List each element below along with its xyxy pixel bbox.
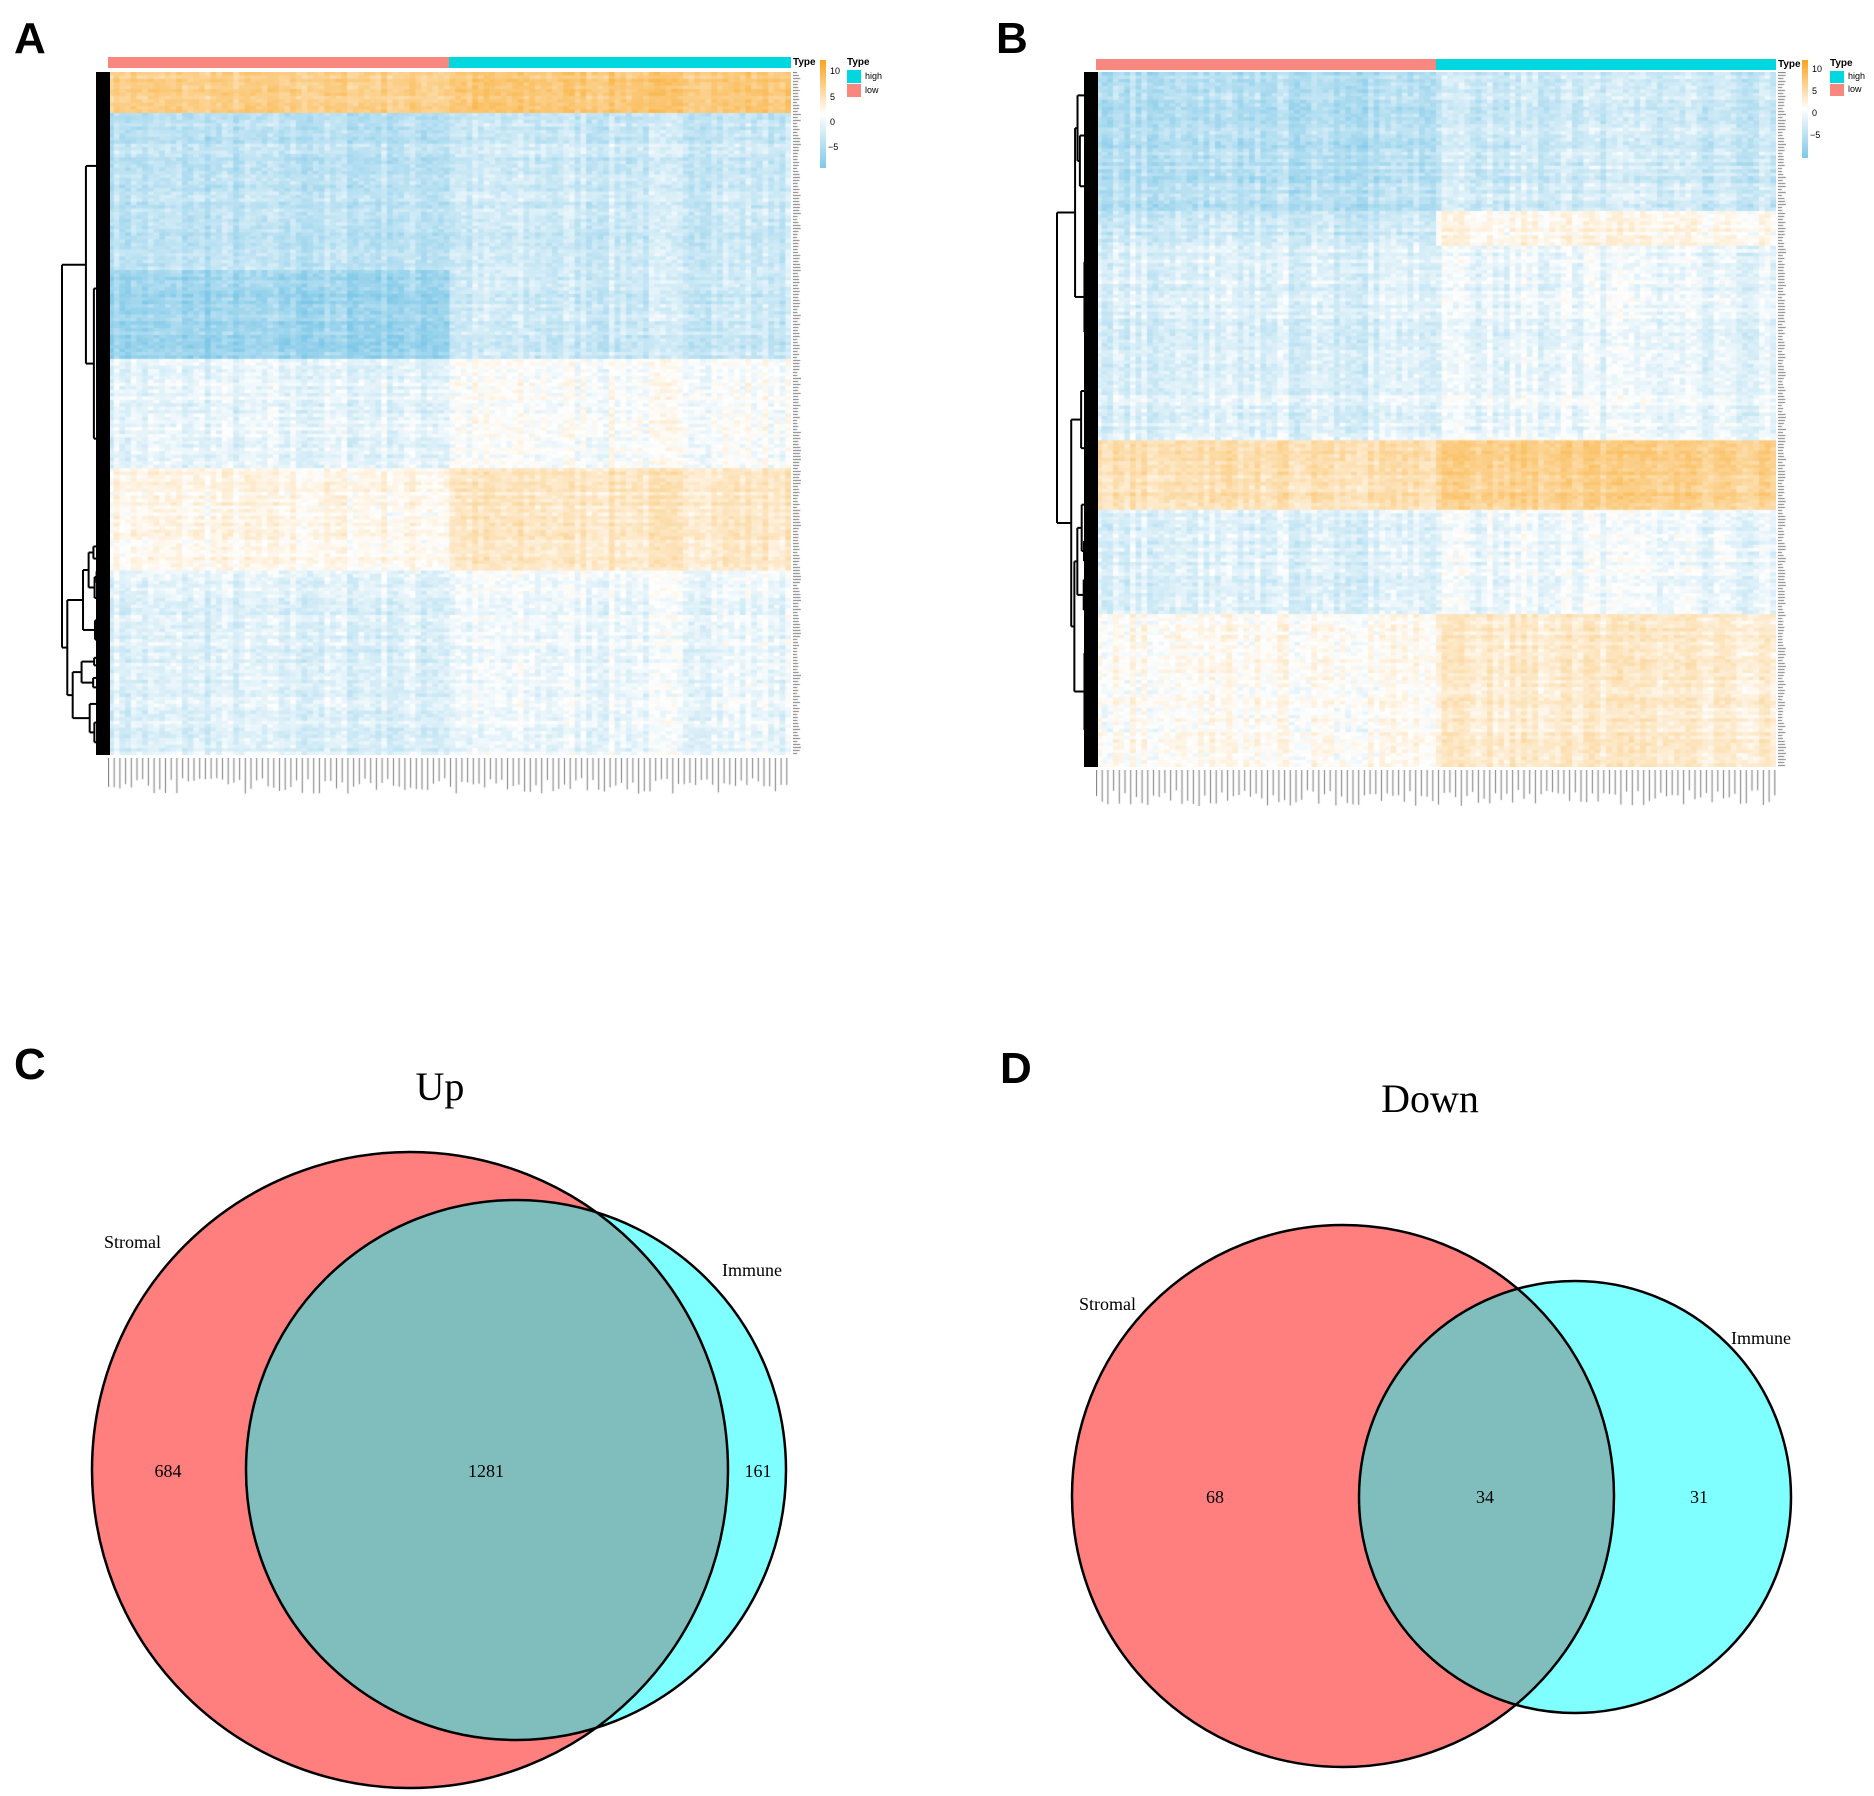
venn-title-down: Down (1381, 1076, 1479, 1121)
colorbar-tick: 10 (1812, 64, 1823, 74)
dendrogram-leaves (1084, 72, 1098, 767)
venn-count: 31 (1690, 1487, 1708, 1507)
venn-count: 68 (1206, 1487, 1224, 1507)
legend-swatch-high (1830, 71, 1844, 83)
colorbar-tick: −5 (828, 142, 839, 152)
heatmap-cells-b (1096, 72, 1776, 767)
legend-label-low: low (865, 85, 879, 95)
annotation-low-b (1096, 59, 1436, 70)
venn-count: 161 (745, 1461, 772, 1481)
colorbar-a (820, 60, 826, 168)
venn-down: Down Stromal Immune 68 34 31 (1070, 1076, 1793, 1769)
venn-title-up: Up (416, 1064, 465, 1109)
column-labels-b (1096, 770, 1776, 806)
venn-count: 684 (155, 1461, 182, 1481)
venn-count: 1281 (468, 1461, 504, 1481)
colorbar-tick: 0 (830, 117, 836, 127)
venn-set-label: Stromal (104, 1232, 161, 1252)
colorbar-tick: −5 (1810, 130, 1821, 140)
legend-swatch-low (847, 84, 861, 97)
row-dendrogram-b (1056, 72, 1098, 767)
legend-title-a: Type (847, 57, 870, 68)
figure: A B C D Type 10 5 0 −5 Type high low Typ… (0, 0, 1874, 1796)
venn-set-label: Immune (1731, 1328, 1791, 1348)
row-labels-a (793, 72, 801, 755)
legend-label-high: high (865, 71, 883, 81)
legend-label-high: high (1848, 71, 1866, 81)
annotation-label-b: Type (1778, 59, 1801, 70)
colorbar-b (1802, 60, 1808, 158)
legend-swatch-high (847, 70, 861, 83)
row-dendrogram-a (61, 72, 110, 755)
colorbar-tick: 0 (1812, 108, 1818, 118)
annotation-high-b (1436, 59, 1776, 70)
venn-set-label: Stromal (1079, 1294, 1136, 1314)
legend-title-b: Type (1830, 58, 1853, 69)
row-labels-b (1778, 72, 1786, 767)
panel-label-b: B (996, 14, 1028, 63)
colorbar-tick: 10 (830, 66, 841, 76)
annotation-high-a (449, 57, 791, 68)
venn-up: Up Stromal Immune 684 1281 161 (90, 1064, 788, 1790)
heatmap-cells-a (108, 72, 791, 755)
panel-label-a: A (14, 14, 46, 63)
column-labels-a (108, 758, 791, 798)
annotation-low-a (108, 57, 449, 68)
dendrogram-leaves (96, 72, 110, 755)
colorbar-tick: 5 (1812, 86, 1818, 96)
venn-set-label: Immune (722, 1260, 782, 1280)
legend-swatch-low (1830, 84, 1844, 96)
annotation-label-a: Type (793, 57, 816, 68)
venn-count: 34 (1476, 1487, 1494, 1507)
colorbar-tick: 5 (830, 92, 836, 102)
legend-label-low: low (1848, 84, 1862, 94)
